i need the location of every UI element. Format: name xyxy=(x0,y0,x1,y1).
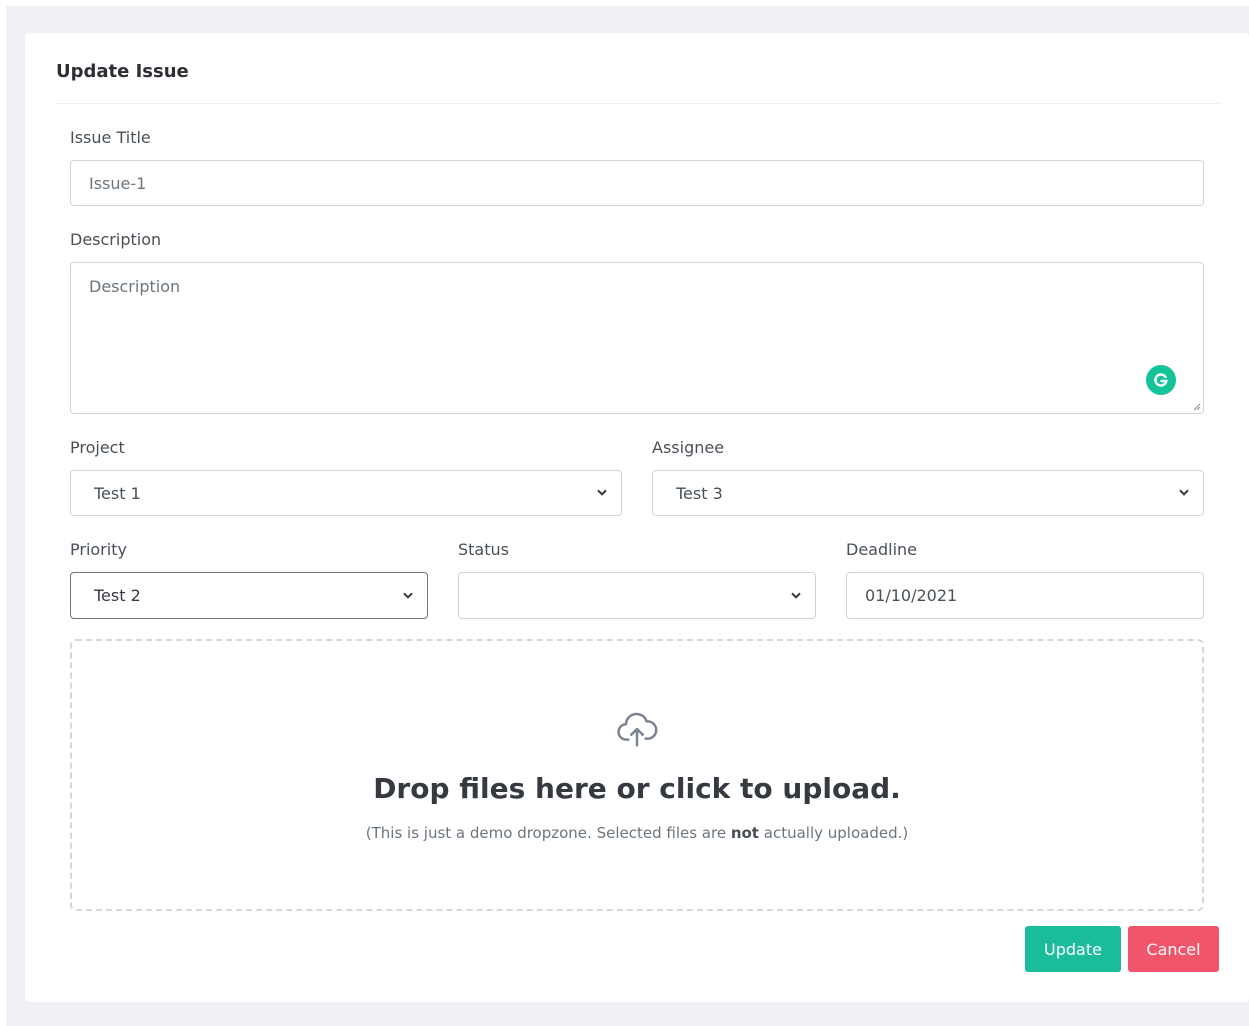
dropzone-title: Drop files here or click to upload. xyxy=(373,772,901,805)
project-label: Project xyxy=(70,438,125,457)
chevron-down-icon xyxy=(791,592,801,599)
cancel-button[interactable]: Cancel xyxy=(1128,926,1219,972)
assignee-label: Assignee xyxy=(652,438,725,457)
priority-value: Test 2 xyxy=(94,586,141,605)
description-placeholder: Description xyxy=(89,277,181,296)
resize-grip-icon[interactable] xyxy=(1191,401,1201,411)
priority-select[interactable]: Test 2 xyxy=(70,572,428,619)
priority-label: Priority xyxy=(70,540,127,559)
project-value: Test 1 xyxy=(94,483,141,503)
grammarly-icon[interactable] xyxy=(1146,365,1176,395)
description-textarea[interactable]: Description xyxy=(70,262,1204,414)
divider xyxy=(56,103,1219,104)
deadline-label: Deadline xyxy=(846,540,917,559)
project-select[interactable]: Test 1 xyxy=(70,470,622,516)
card-title: Update Issue xyxy=(56,61,189,82)
dropzone-note: (This is just a demo dropzone. Selected … xyxy=(365,824,909,842)
update-button[interactable]: Update xyxy=(1025,926,1121,972)
deadline-value: 01/10/2021 xyxy=(865,586,958,605)
page-background: Update Issue Issue Title Issue-1 Descrip… xyxy=(6,6,1249,1026)
deadline-input[interactable]: 01/10/2021 xyxy=(846,572,1204,619)
cloud-upload-icon xyxy=(617,712,658,747)
file-dropzone[interactable]: Drop files here or click to upload. (Thi… xyxy=(70,639,1204,911)
status-select[interactable] xyxy=(458,572,816,619)
issue-title-label: Issue Title xyxy=(70,128,151,147)
assignee-select[interactable]: Test 3 xyxy=(652,470,1204,516)
chevron-down-icon xyxy=(1179,489,1189,496)
chevron-down-icon xyxy=(597,489,607,496)
description-label: Description xyxy=(70,230,162,249)
issue-title-input[interactable]: Issue-1 xyxy=(70,160,1204,206)
chevron-down-icon xyxy=(403,592,413,599)
assignee-value: Test 3 xyxy=(676,483,723,503)
status-label: Status xyxy=(458,540,509,559)
update-issue-card: Update Issue Issue Title Issue-1 Descrip… xyxy=(25,33,1249,1002)
issue-title-placeholder: Issue-1 xyxy=(89,173,147,193)
